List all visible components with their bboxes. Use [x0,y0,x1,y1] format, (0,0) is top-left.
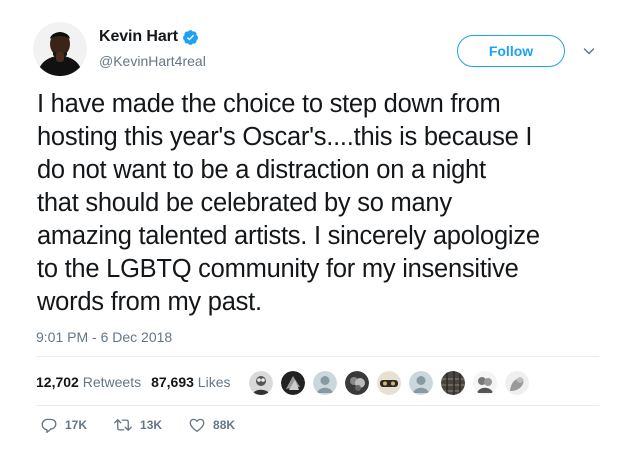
verified-badge-icon [182,29,199,46]
tweet-card: Kevin Hart @KevinHart4real Follow I have… [0,0,636,463]
liker-avatar[interactable] [441,371,465,395]
liker-avatar[interactable] [505,371,529,395]
liker-avatar[interactable] [281,371,305,395]
liker-avatar[interactable] [313,371,337,395]
retweet-icon [114,419,132,431]
liker-avatar[interactable] [473,371,497,395]
like-action[interactable]: 88K [188,416,235,434]
liked-by-avatars [249,369,537,397]
likes-count: 87,693 [151,374,194,390]
user-handle[interactable]: @KevinHart4real [99,53,206,69]
chevron-down-icon[interactable] [583,46,595,56]
author-info: Kevin Hart @KevinHart4real [99,26,206,69]
retweets-stat[interactable]: 12,702 Retweets [36,374,141,390]
tweet-actions: 17K 13K 88K [40,416,261,434]
retweets-count: 12,702 [36,374,79,390]
tweet-stats: 12,702 Retweets 87,693 Likes [36,374,240,390]
likes-label: Likes [197,374,231,390]
liker-avatar[interactable] [377,371,401,395]
retweets-label: Retweets [82,374,142,390]
divider [36,356,599,357]
liker-avatar[interactable] [409,371,433,395]
retweet-count: 13K [140,418,163,432]
likes-stat[interactable]: 87,693 Likes [151,374,230,390]
reply-action[interactable]: 17K [40,416,87,434]
liker-avatar[interactable] [249,371,273,395]
divider [36,405,599,406]
retweet-action[interactable]: 13K [113,416,162,434]
profile-photo [33,22,87,76]
tweet-text: I have made the choice to step down from… [37,90,540,316]
reply-count: 17K [65,418,88,432]
display-name[interactable]: Kevin Hart [99,28,178,46]
tweet-timestamp[interactable]: 9:01 PM - 6 Dec 2018 [36,329,172,345]
liker-avatar[interactable] [345,371,369,395]
avatar[interactable] [33,22,87,76]
reply-icon [41,418,57,433]
heart-icon [189,418,205,433]
like-count: 88K [213,418,236,432]
follow-button[interactable]: Follow [457,35,565,67]
